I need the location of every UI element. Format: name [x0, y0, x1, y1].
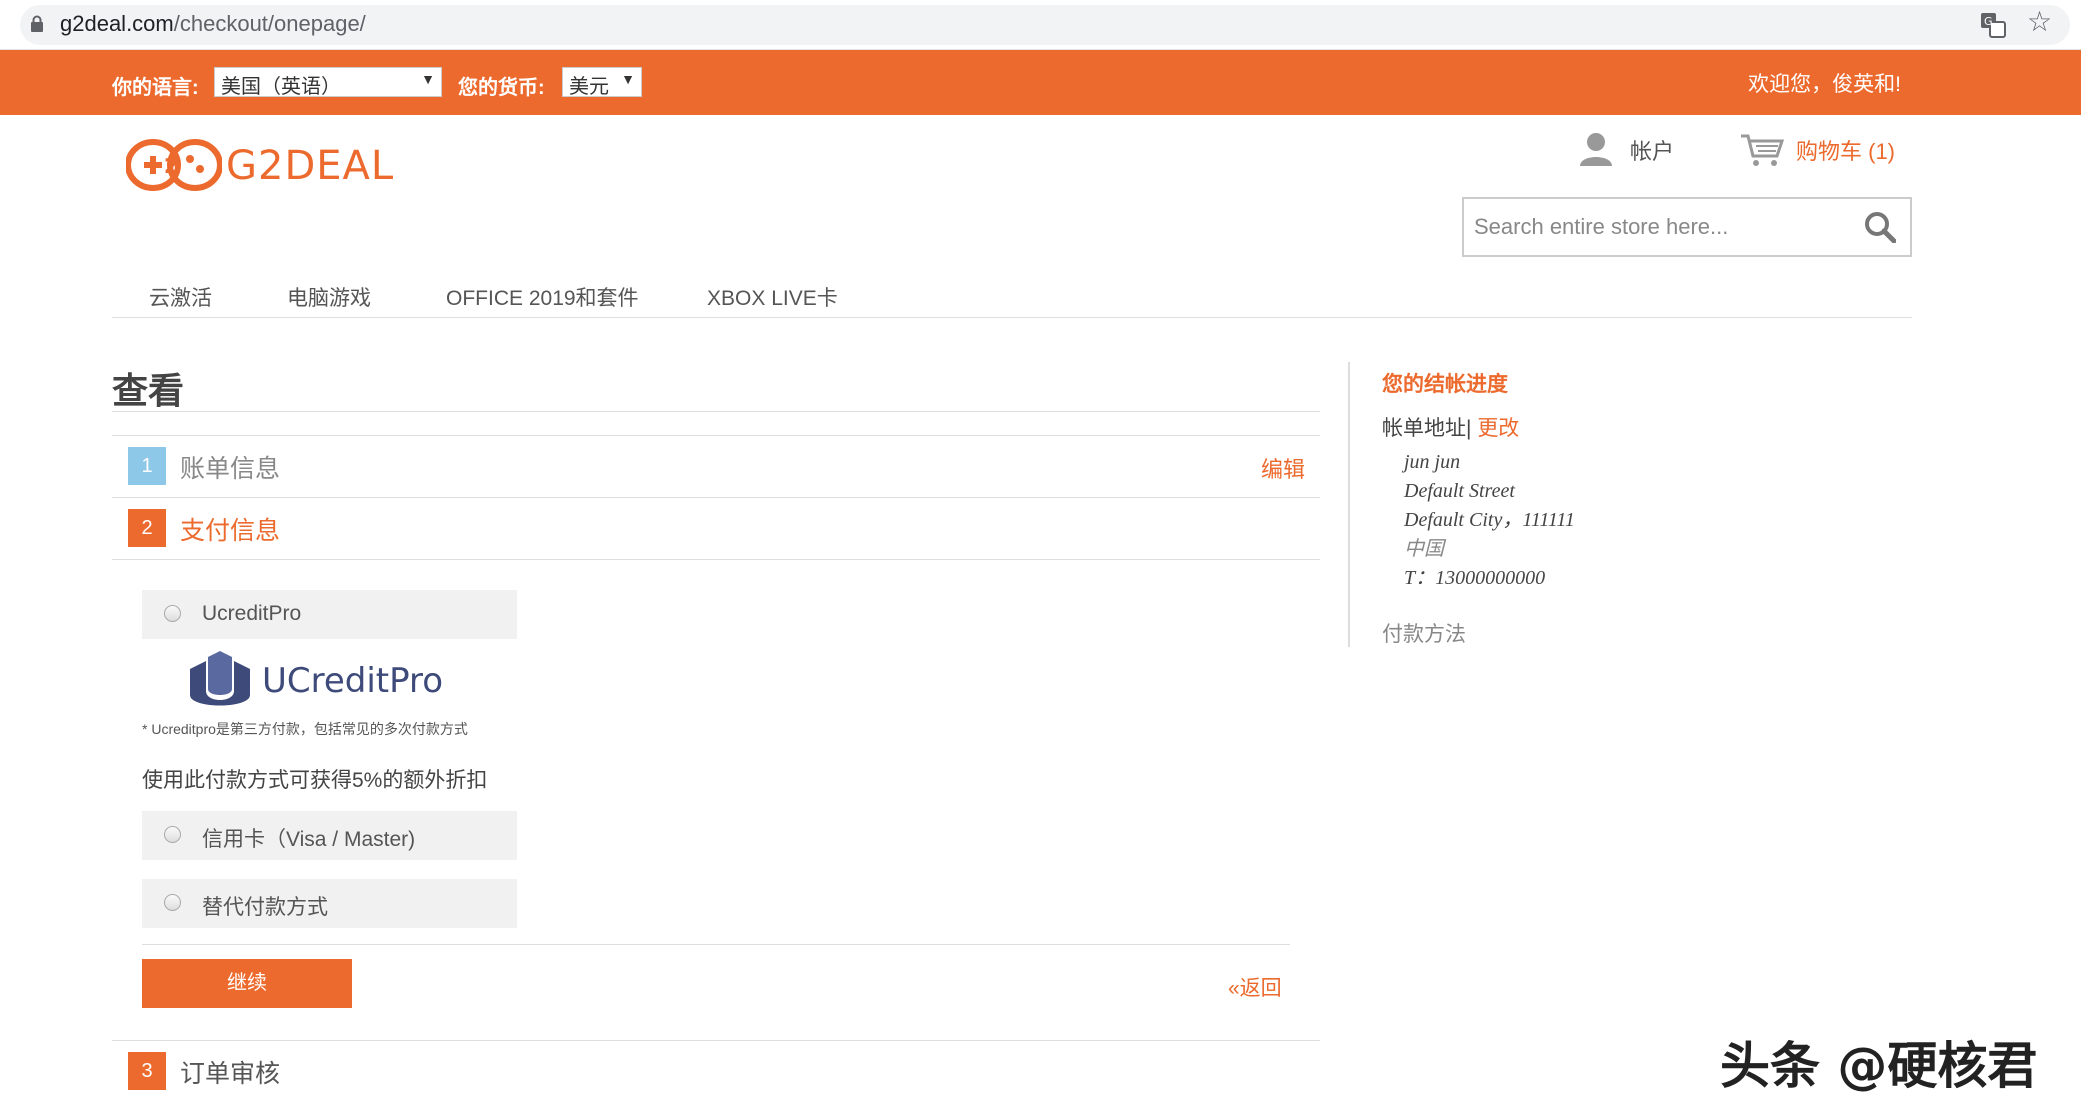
ucreditpro-shield-icon — [190, 651, 250, 706]
billing-address-label: 帐单地址| — [1382, 417, 1472, 440]
divider — [112, 435, 1320, 436]
payment-option-label: 替代付款方式 — [202, 896, 328, 919]
chevron-down-icon: ▼ — [621, 71, 635, 87]
back-link[interactable]: «返回 — [1228, 972, 1282, 1002]
payment-option-ucreditpro[interactable]: UcreditPro — [142, 590, 517, 639]
payment-option-credit-card[interactable]: 信用卡（Visa / Master) — [142, 811, 517, 860]
gamepad-logo-icon: 2 — [126, 139, 222, 191]
currency-select[interactable]: 美元 ▼ — [562, 67, 642, 98]
radio-alternative[interactable] — [164, 894, 181, 911]
change-billing-link[interactable]: 更改 — [1477, 417, 1519, 440]
divider — [112, 497, 1320, 498]
address-line: Default City，111111 — [1404, 509, 1575, 531]
payment-option-label: 信用卡（Visa / Master) — [202, 828, 416, 851]
payment-method-label: 付款方法 — [1382, 623, 1466, 646]
language-select[interactable]: 美国（英语） ▼ — [214, 67, 442, 98]
step-label: 支付信息 — [180, 517, 281, 545]
search-box — [1462, 197, 1912, 257]
svg-text:G: G — [1984, 15, 1993, 28]
bookmark-star-icon[interactable]: ☆ — [2027, 8, 2052, 36]
url-text[interactable]: g2deal.com/checkout/onepage/ — [60, 11, 366, 37]
watermark: 头条 @硬核君 — [1720, 1037, 2038, 1095]
site-logo[interactable]: 2 G2DEAL — [126, 139, 393, 191]
step-number: 3 — [128, 1052, 166, 1090]
step-number: 2 — [128, 509, 166, 547]
currency-label: 您的货币: — [458, 77, 545, 99]
welcome-text: 欢迎您，俊英和! — [1748, 73, 1901, 96]
shopping-cart-icon — [1741, 134, 1784, 166]
language-label: 你的语言: — [112, 77, 199, 99]
ucreditpro-logo: UCreditPro — [186, 651, 456, 711]
ucreditpro-note: * Ucreditpro是第三方付款，包括常见的多次付款方式 — [142, 721, 468, 737]
svg-text:2: 2 — [164, 154, 178, 178]
address-line: Default Street — [1404, 480, 1515, 502]
user-icon — [1580, 133, 1612, 166]
billing-address-row: 帐单地址| 更改 — [1382, 412, 1519, 442]
nav-item-xbox-live[interactable]: XBOX LIVE卡 — [707, 282, 838, 312]
edit-billing-link[interactable]: 编辑 — [1261, 452, 1305, 484]
url-path: /checkout/onepage/ — [173, 11, 366, 36]
ucreditpro-logo-text: UCreditPro — [262, 661, 444, 701]
language-select-value: 美国（英语） — [221, 76, 341, 98]
payment-option-alternative[interactable]: 替代付款方式 — [142, 879, 517, 928]
divider — [142, 944, 1290, 945]
logo-text: G2DEAL — [226, 143, 395, 189]
page-title: 查看 — [112, 370, 185, 411]
search-icon[interactable] — [1864, 211, 1896, 243]
payment-option-label: UcreditPro — [202, 602, 302, 625]
address-line: jun jun — [1404, 451, 1461, 473]
cart-label: 购物车 (1) — [1796, 139, 1896, 164]
translate-icon[interactable]: G — [1980, 12, 2006, 38]
checkout-progress-sidebar: 您的结帐进度 帐单地址| 更改 jun jun Default Street D… — [1348, 362, 1848, 647]
address-line: 中国 — [1404, 538, 1444, 560]
main-nav: 云激活 电脑游戏 OFFICE 2019和套件 XBOX LIVE卡 — [112, 262, 1912, 318]
nav-item-office[interactable]: OFFICE 2019和套件 — [446, 282, 639, 312]
chevron-down-icon: ▼ — [421, 71, 435, 87]
radio-credit-card[interactable] — [164, 826, 181, 843]
account-label: 帐户 — [1630, 139, 1675, 164]
browser-address-bar: g2deal.com/checkout/onepage/ G ☆ — [0, 0, 2081, 50]
divider — [112, 411, 1320, 412]
url-host: g2deal.com — [60, 11, 174, 36]
search-input[interactable] — [1474, 207, 1854, 247]
sidebar-title: 您的结帐进度 — [1382, 373, 1508, 396]
address-line: T：13000000000 — [1404, 567, 1546, 589]
nav-item-pc-games[interactable]: 电脑游戏 — [287, 282, 371, 312]
discount-note: 使用此付款方式可获得5%的额外折扣 — [142, 769, 488, 792]
billing-address: jun jun Default Street Default City，1111… — [1404, 448, 1575, 593]
divider — [112, 1040, 1320, 1041]
divider — [112, 559, 1320, 560]
lock-icon — [31, 15, 43, 32]
continue-button[interactable]: 继续 — [142, 959, 352, 1008]
top-bar: 你的语言: 美国（英语） ▼ 您的货币: 美元 ▼ 欢迎您，俊英和! — [0, 50, 2081, 115]
radio-ucreditpro[interactable] — [164, 605, 181, 622]
nav-item-cloud-activation[interactable]: 云激活 — [149, 282, 212, 312]
currency-select-value: 美元 — [569, 76, 609, 98]
step-number: 1 — [128, 447, 166, 485]
step-label: 订单审核 — [180, 1060, 281, 1088]
step-label: 账单信息 — [180, 455, 281, 483]
